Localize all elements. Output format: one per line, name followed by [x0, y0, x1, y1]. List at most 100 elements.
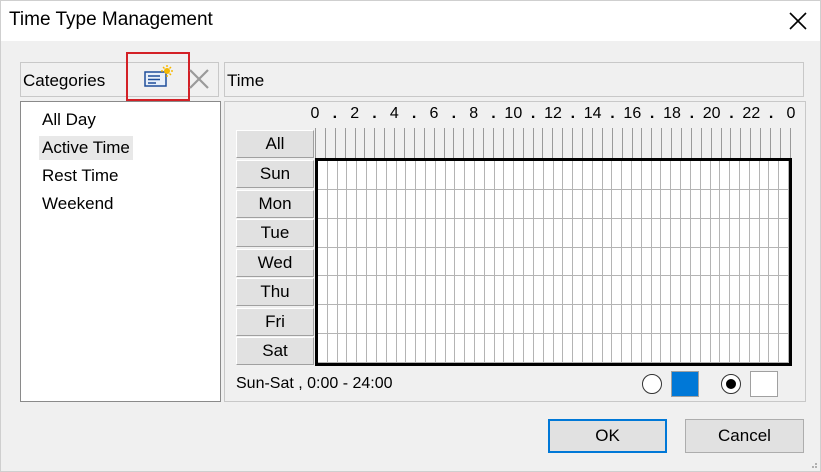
time-slot-cell[interactable]	[710, 189, 721, 219]
time-slot-cell[interactable]	[524, 334, 534, 363]
time-slot-cell[interactable]	[514, 305, 525, 335]
time-slot-cell[interactable]	[445, 334, 456, 363]
time-slot-cell[interactable]	[396, 218, 407, 248]
time-slot-cell[interactable]	[327, 189, 338, 219]
time-slot-cell[interactable]	[749, 189, 760, 219]
time-slot-cell[interactable]	[514, 247, 525, 277]
time-slot-cell[interactable]	[347, 247, 358, 277]
time-slot-cell[interactable]	[475, 218, 485, 248]
time-slot-cell[interactable]	[465, 276, 475, 306]
time-slot-cell[interactable]	[592, 189, 603, 219]
time-slot-cell[interactable]	[651, 161, 662, 190]
half-hour-column-selector[interactable]	[651, 128, 661, 158]
time-slot-cell[interactable]	[573, 276, 583, 306]
time-slot-cell[interactable]	[681, 247, 691, 277]
time-slot-cell[interactable]	[563, 161, 574, 190]
time-slot-cell[interactable]	[632, 276, 642, 306]
half-hour-column-selector[interactable]	[522, 128, 533, 158]
time-slot-cell[interactable]	[602, 189, 613, 219]
time-slot-cell[interactable]	[622, 334, 632, 363]
half-hour-column-selector[interactable]	[631, 128, 642, 158]
time-slot-cell[interactable]	[406, 161, 417, 190]
time-slot-cell[interactable]	[739, 218, 750, 248]
time-slot-cell[interactable]	[435, 161, 446, 190]
time-slot-cell[interactable]	[573, 305, 583, 335]
half-hour-column-selector[interactable]	[552, 128, 562, 158]
time-slot-cell[interactable]	[641, 305, 652, 335]
time-slot-cell[interactable]	[651, 276, 662, 306]
time-slot-cell[interactable]	[602, 247, 613, 277]
time-slot-cell[interactable]	[700, 247, 711, 277]
time-slot-cell[interactable]	[337, 334, 348, 363]
time-slot-cell[interactable]	[592, 334, 603, 363]
time-slot-cell[interactable]	[425, 161, 436, 190]
time-slot-cell[interactable]	[690, 218, 701, 248]
time-slot-cell[interactable]	[484, 247, 495, 277]
time-slot-cell[interactable]	[573, 247, 583, 277]
time-slot-cell[interactable]	[337, 161, 348, 190]
half-hour-column-selector[interactable]	[394, 128, 404, 158]
time-slot-cell[interactable]	[573, 189, 583, 219]
time-slot-cell[interactable]	[622, 218, 632, 248]
time-slot-cell[interactable]	[730, 334, 740, 363]
time-slot-cell[interactable]	[641, 218, 652, 248]
time-slot-cell[interactable]	[425, 247, 436, 277]
time-slot-cell[interactable]	[553, 247, 564, 277]
time-slot-cell[interactable]	[445, 218, 456, 248]
add-category-button[interactable]	[126, 52, 190, 101]
time-slot-cell[interactable]	[455, 247, 466, 277]
time-slot-cell[interactable]	[484, 276, 495, 306]
time-slot-cell[interactable]	[681, 305, 691, 335]
time-slot-cell[interactable]	[573, 334, 583, 363]
time-slot-cell[interactable]	[661, 161, 672, 190]
time-slot-cell[interactable]	[396, 334, 407, 363]
time-slot-cell[interactable]	[553, 189, 564, 219]
time-slot-cell[interactable]	[592, 305, 603, 335]
time-slot-cell[interactable]	[661, 247, 672, 277]
time-slot-cell[interactable]	[386, 161, 397, 190]
time-slot-cell[interactable]	[386, 276, 397, 306]
delete-category-button[interactable]	[187, 67, 211, 91]
time-slot-cell[interactable]	[524, 218, 534, 248]
time-slot-cell[interactable]	[504, 276, 515, 306]
time-slot-cell[interactable]	[504, 247, 515, 277]
time-slot-cell[interactable]	[524, 305, 534, 335]
time-slot-cell[interactable]	[435, 305, 446, 335]
time-slot-cell[interactable]	[475, 305, 485, 335]
time-slot-cell[interactable]	[455, 276, 466, 306]
time-slot-cell[interactable]	[749, 276, 760, 306]
time-slot-cell[interactable]	[641, 276, 652, 306]
resize-grip-icon[interactable]	[808, 459, 818, 469]
time-slot-cell[interactable]	[602, 334, 613, 363]
half-hour-column-selector[interactable]	[473, 128, 483, 158]
time-slot-cell[interactable]	[769, 161, 780, 190]
time-slot-cell[interactable]	[524, 276, 534, 306]
time-slot-cell[interactable]	[318, 161, 328, 190]
time-slot-cell[interactable]	[602, 161, 613, 190]
time-slot-cell[interactable]	[327, 305, 338, 335]
time-slot-cell[interactable]	[386, 247, 397, 277]
time-slot-cell[interactable]	[700, 305, 711, 335]
time-grid[interactable]	[315, 158, 792, 366]
time-slot-cell[interactable]	[602, 276, 613, 306]
time-slot-cell[interactable]	[318, 305, 328, 335]
half-hour-column-selector[interactable]	[661, 128, 671, 158]
time-slot-cell[interactable]	[386, 189, 397, 219]
half-hour-column-selector[interactable]	[453, 128, 463, 158]
inactive-color-swatch[interactable]	[750, 371, 778, 397]
time-slot-cell[interactable]	[759, 276, 770, 306]
time-slot-cell[interactable]	[367, 276, 377, 306]
time-slot-cell[interactable]	[651, 247, 662, 277]
time-slot-cell[interactable]	[700, 218, 711, 248]
time-slot-cell[interactable]	[484, 218, 495, 248]
time-slot-cell[interactable]	[681, 218, 691, 248]
time-slot-cell[interactable]	[622, 189, 632, 219]
time-slot-cell[interactable]	[710, 218, 721, 248]
half-hour-column-selector[interactable]	[374, 128, 384, 158]
time-slot-cell[interactable]	[641, 161, 652, 190]
time-slot-cell[interactable]	[651, 218, 662, 248]
time-slot-cell[interactable]	[455, 218, 466, 248]
time-slot-cell[interactable]	[612, 189, 623, 219]
time-slot-cell[interactable]	[396, 189, 407, 219]
time-slot-cell[interactable]	[475, 189, 485, 219]
